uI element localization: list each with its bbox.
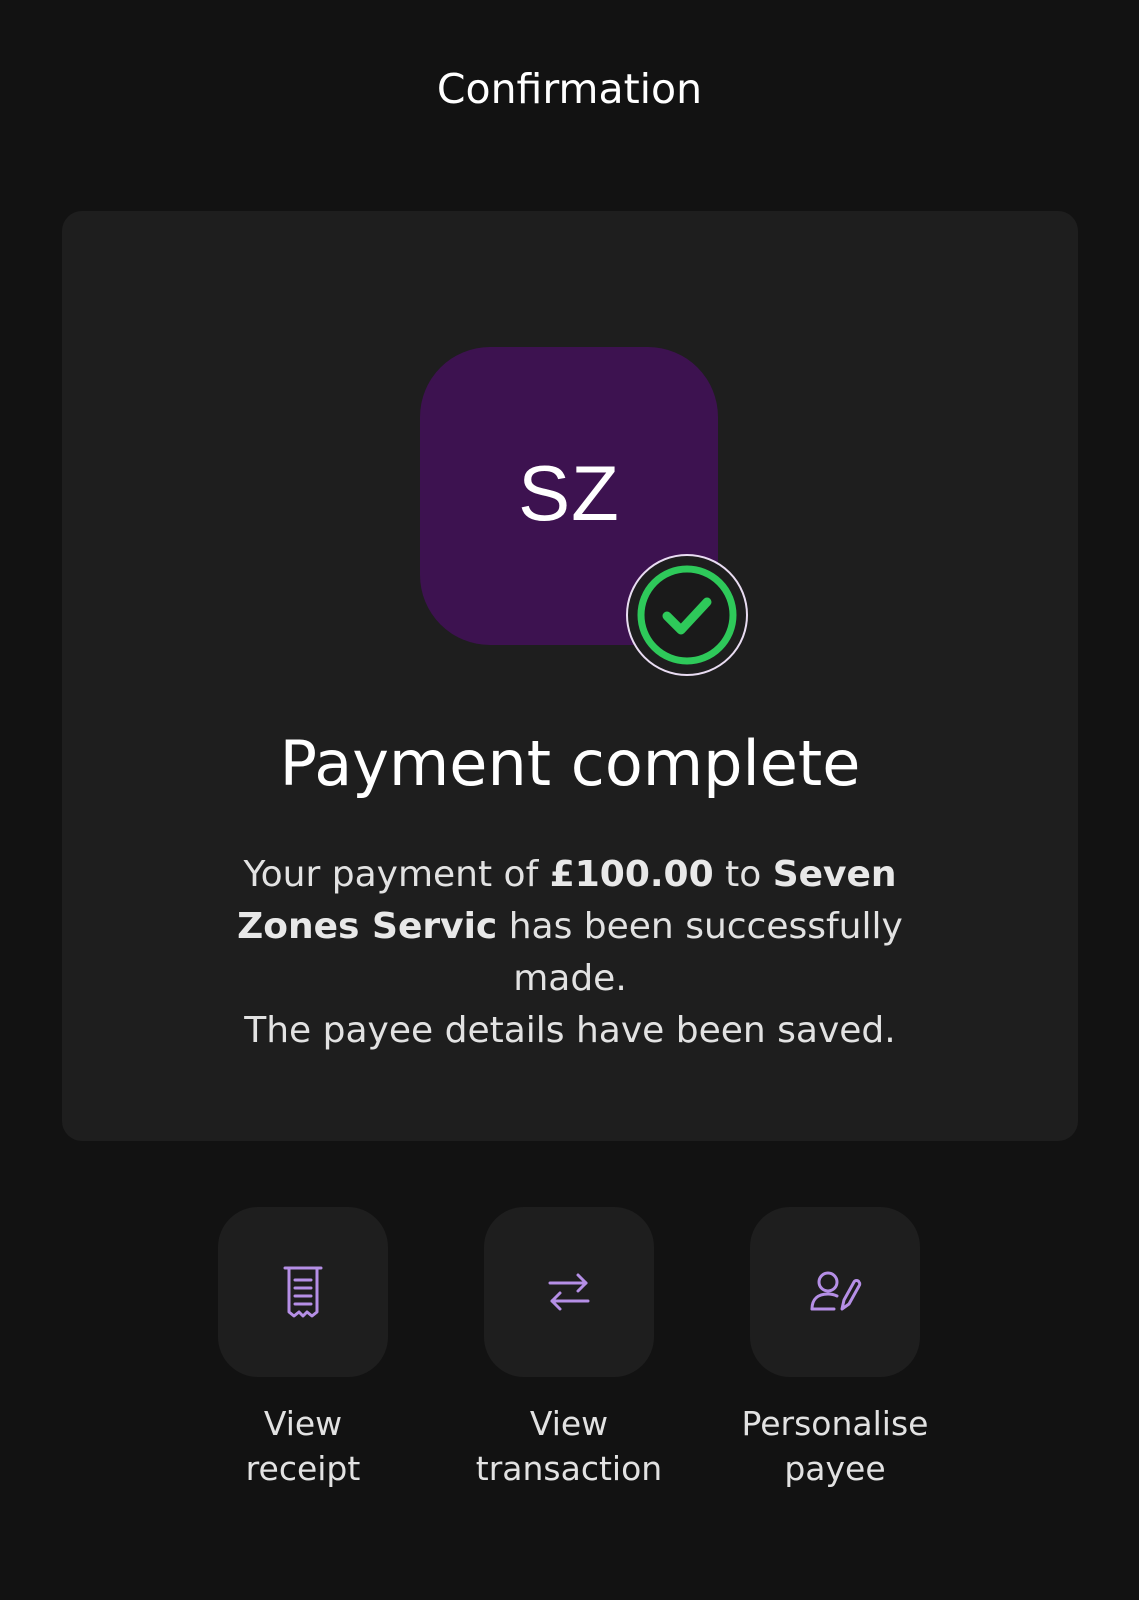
view-transaction-tile[interactable] <box>484 1207 654 1377</box>
view-transaction-label-line2: transaction <box>475 1449 663 1488</box>
view-receipt-tile[interactable] <box>218 1207 388 1377</box>
message-prefix: Your payment of <box>243 854 550 895</box>
personalise-payee-button[interactable]: Personalise payee <box>702 1207 968 1491</box>
personalise-payee-label-line1: Personalise <box>741 1404 929 1443</box>
view-receipt-button[interactable]: View receipt <box>170 1207 436 1491</box>
payment-message: Your payment of £100.00 to Seven Zones S… <box>182 849 958 1005</box>
personalise-payee-label-line2: payee <box>784 1449 886 1488</box>
message-suffix: has been successfully made. <box>497 906 903 999</box>
personalise-payee-tile[interactable] <box>750 1207 920 1377</box>
confirmation-card: SZ Payment complete Your payment of £100… <box>62 211 1078 1141</box>
view-transaction-label-line1: View <box>529 1404 609 1443</box>
receipt-icon <box>283 1266 323 1318</box>
transfer-arrows-icon <box>548 1273 590 1311</box>
view-transaction-label: View transaction <box>436 1401 702 1491</box>
payment-amount: £100.00 <box>549 854 714 895</box>
message-middle: to <box>713 854 773 895</box>
view-transaction-button[interactable]: View transaction <box>436 1207 702 1491</box>
check-circle-icon <box>626 554 748 676</box>
personalise-payee-label: Personalise payee <box>702 1401 968 1491</box>
payee-saved-note: The payee details have been saved. <box>244 1010 896 1051</box>
view-receipt-label-line1: View <box>263 1404 343 1443</box>
view-receipt-label: View receipt <box>170 1401 436 1491</box>
payment-status-heading: Payment complete <box>279 727 861 800</box>
page-title: Confirmation <box>436 65 703 113</box>
view-receipt-label-line2: receipt <box>245 1449 361 1488</box>
payee-initials: SZ <box>518 448 620 537</box>
person-edit-icon <box>810 1271 862 1311</box>
